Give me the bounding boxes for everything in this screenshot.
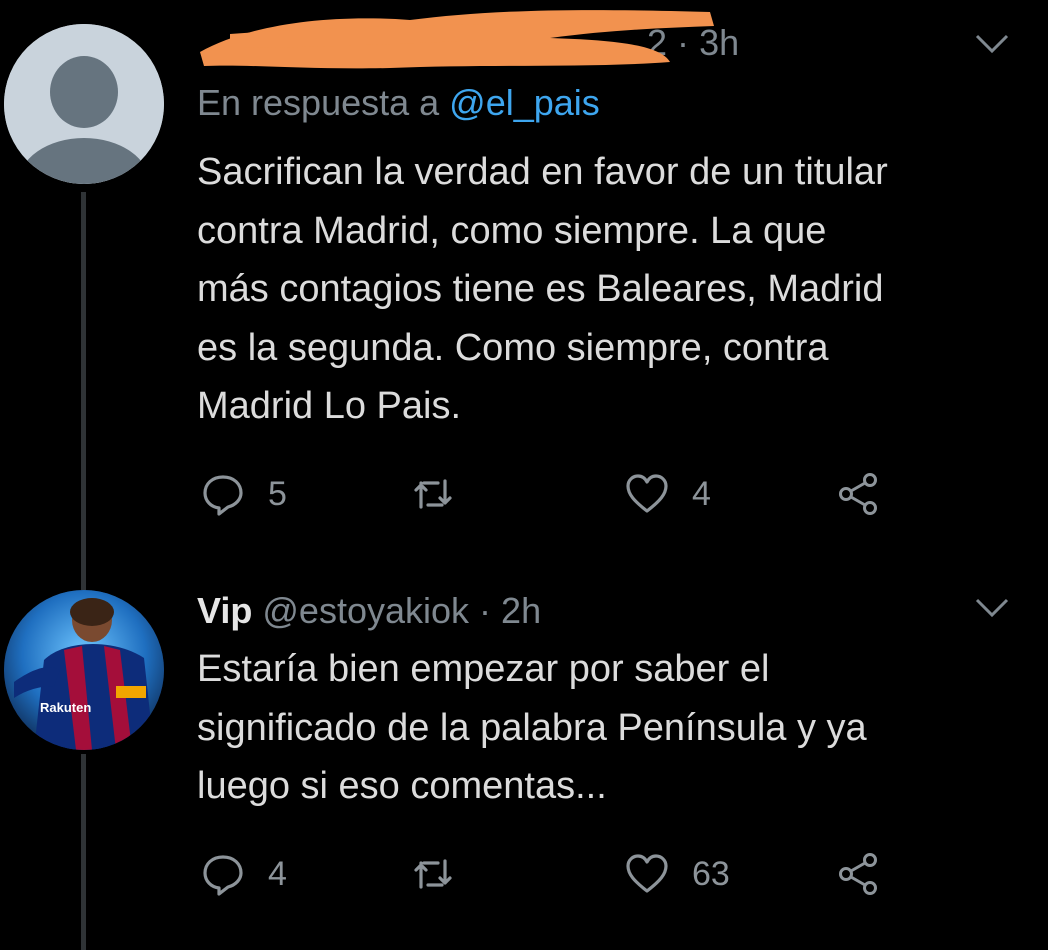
share-icon bbox=[839, 853, 877, 895]
like-button[interactable]: 63 bbox=[624, 844, 730, 904]
heart-icon bbox=[626, 474, 668, 513]
chevron-down-icon[interactable] bbox=[974, 32, 1010, 56]
tweet-text: Estaría bien empezar por saber el signif… bbox=[197, 648, 867, 807]
reply-count: 5 bbox=[268, 474, 287, 513]
reply-button[interactable]: 5 bbox=[200, 464, 287, 524]
tweet-2[interactable]: Rakuten Vip @estoyakiok · 2h Estaría bie… bbox=[0, 560, 1048, 950]
reply-context: En respuesta a @el_pais bbox=[197, 82, 600, 124]
like-count: 63 bbox=[692, 854, 730, 893]
shirt-sponsor: Rakuten bbox=[40, 700, 91, 715]
like-button[interactable]: 4 bbox=[624, 464, 711, 524]
retweet-button[interactable] bbox=[410, 464, 478, 524]
separator: · bbox=[479, 590, 492, 631]
tweet-1[interactable]: 2 · 3h En respuesta a @el_pais Sacrifica… bbox=[0, 0, 1048, 560]
tweet-actions: 5 4 bbox=[0, 464, 1048, 524]
timestamp[interactable]: 2h bbox=[501, 590, 541, 631]
mention-link[interactable]: @el_pais bbox=[449, 82, 600, 123]
retweet-icon bbox=[414, 859, 452, 889]
reply-prefix: En respuesta a bbox=[197, 82, 440, 123]
heart-icon bbox=[626, 854, 668, 893]
retweet-button[interactable] bbox=[410, 844, 478, 904]
profile-photo: Rakuten bbox=[4, 590, 164, 750]
avatar[interactable]: Rakuten bbox=[4, 590, 164, 750]
tweet-actions: 4 63 bbox=[0, 844, 1048, 904]
chevron-down-icon[interactable] bbox=[974, 596, 1010, 620]
reply-icon bbox=[203, 855, 243, 896]
default-profile-icon bbox=[4, 24, 164, 184]
share-button[interactable] bbox=[836, 844, 882, 904]
handle[interactable]: @estoyakiok bbox=[262, 590, 469, 631]
share-button[interactable] bbox=[836, 464, 882, 524]
thread-connector-top bbox=[81, 560, 86, 590]
reply-icon bbox=[203, 475, 243, 516]
tweet-text: Sacrifican la verdad en favor de un titu… bbox=[197, 151, 888, 427]
reply-count: 4 bbox=[268, 854, 287, 893]
retweet-icon bbox=[414, 479, 452, 509]
display-name[interactable]: Vip bbox=[197, 590, 252, 631]
reply-button[interactable]: 4 bbox=[200, 844, 287, 904]
default-avatar[interactable] bbox=[4, 24, 164, 184]
like-count: 4 bbox=[692, 474, 711, 513]
redaction-scribble bbox=[200, 10, 714, 69]
share-icon bbox=[839, 473, 877, 515]
tweet-header: Vip @estoyakiok · 2h bbox=[197, 590, 541, 632]
